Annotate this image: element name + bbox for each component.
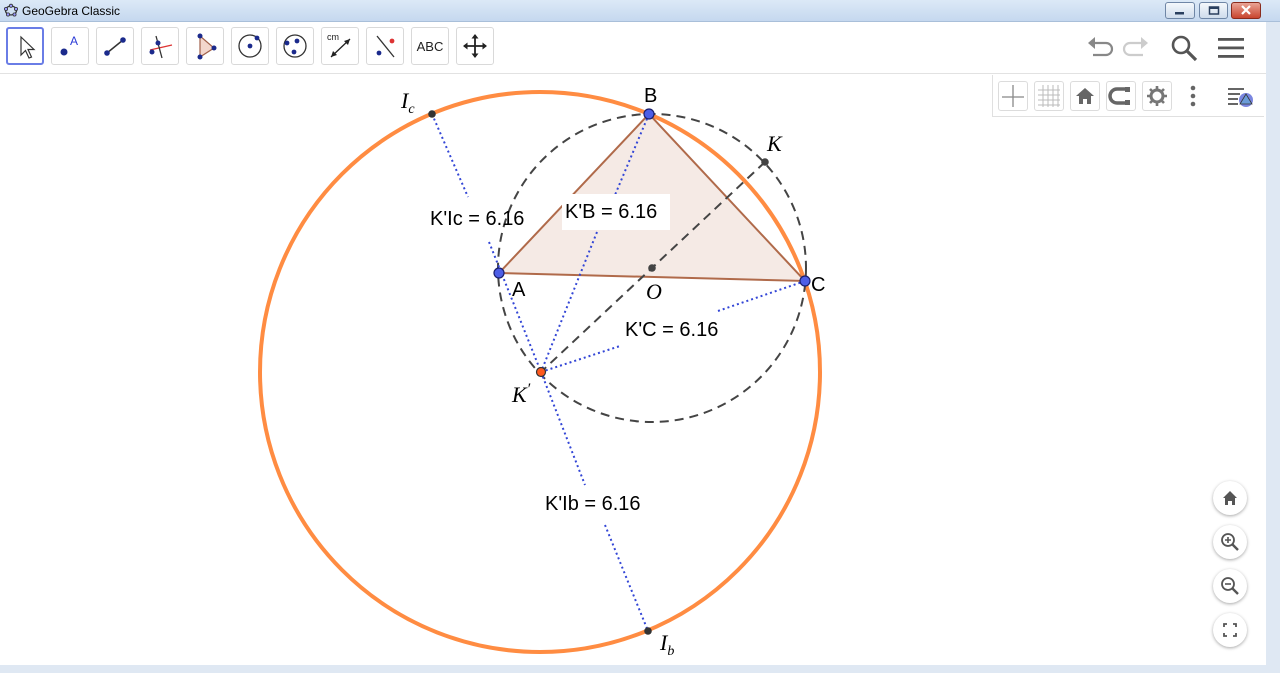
label-ib-subscript: b (667, 644, 674, 659)
svg-text:cm: cm (327, 32, 339, 42)
search-button[interactable] (1168, 32, 1200, 64)
reflect-line-icon (376, 35, 395, 58)
menu-icon (1218, 38, 1244, 58)
segment-kprime-ib-lower[interactable] (604, 524, 649, 632)
label-b: B (644, 85, 657, 107)
polygon-tool-button[interactable] (186, 27, 224, 65)
point-a[interactable] (493, 267, 505, 279)
zoom-out-icon (1221, 577, 1239, 595)
measurement-kprime-b[interactable]: K'B = 6.16 (565, 201, 657, 223)
undo-button[interactable] (1084, 32, 1116, 64)
toggle-style-bar-icon (1228, 88, 1253, 107)
graphics-view[interactable]: K'Ic = 6.16 K'B = 6.16 K'C = 6.16 K'Ib =… (0, 75, 1266, 665)
distance-tool-button[interactable]: cm (321, 27, 359, 65)
label-c: C (811, 274, 825, 296)
search-icon (1171, 35, 1198, 62)
point-ib[interactable] (644, 627, 652, 635)
window-title: GeoGebra Classic (22, 4, 121, 18)
distance-icon: cm (327, 32, 351, 58)
more-options-button[interactable] (1178, 81, 1208, 111)
redo-button[interactable] (1120, 32, 1152, 64)
window-right-border (1266, 22, 1280, 673)
segment-kprime-c-upper[interactable] (717, 280, 806, 312)
zoom-in-icon (1221, 533, 1239, 551)
standard-view-zoom-button[interactable] (1213, 481, 1247, 515)
measurement-kprime-ic[interactable]: K'Ic = 6.16 (430, 208, 524, 230)
toggle-grid-button[interactable] (1034, 81, 1064, 111)
point-capturing-icon (1108, 87, 1130, 105)
text-tool-label: ABC (416, 39, 444, 54)
measurement-kprime-ib[interactable]: K'Ib = 6.16 (545, 493, 641, 515)
point-b[interactable] (643, 108, 655, 120)
text-tool-button[interactable]: ABC (411, 27, 449, 65)
settings-icon (1147, 86, 1167, 106)
circle-center-icon (238, 34, 262, 58)
segment-kprime-ib-upper[interactable] (540, 371, 586, 486)
perpendicular-line-tool-button[interactable] (141, 27, 179, 65)
maximize-button[interactable] (1199, 2, 1228, 19)
label-kprime-letter: K (511, 382, 528, 407)
graphics-settings-button[interactable] (1142, 81, 1172, 111)
segment-icon (104, 37, 126, 56)
perpendicular-line-icon (149, 35, 173, 59)
point-capturing-button[interactable] (1106, 81, 1136, 111)
label-a: A (512, 279, 526, 301)
measurement-kprime-c[interactable]: K'C = 6.16 (625, 319, 718, 341)
toggle-style-bar-button[interactable] (1225, 81, 1255, 111)
minimize-button[interactable] (1165, 2, 1195, 19)
label-o: O (646, 279, 662, 304)
home-icon (1076, 88, 1094, 104)
home-icon (1223, 491, 1237, 505)
label-ic-subscript: c (408, 102, 415, 117)
label-kprime: K′ (511, 381, 531, 407)
point-k[interactable] (761, 158, 769, 166)
segment-kprime-c-lower[interactable] (540, 345, 621, 373)
minimize-icon (1175, 12, 1184, 15)
fullscreen-button[interactable] (1213, 613, 1247, 647)
zoom-in-button[interactable] (1213, 525, 1247, 559)
circle-center-point-tool-button[interactable] (231, 27, 269, 65)
move-graphics-view-tool-button[interactable] (456, 27, 494, 65)
label-ic: Ic (400, 88, 415, 117)
move-arrows-icon (463, 34, 487, 58)
label-ib: Ib (659, 630, 674, 659)
undo-icon (1088, 37, 1114, 57)
circle-three-points-icon (283, 34, 307, 58)
point-ic[interactable] (428, 110, 436, 118)
window-bottom-border (0, 665, 1280, 673)
reflect-about-line-tool-button[interactable] (366, 27, 404, 65)
move-tool-button[interactable] (6, 27, 44, 65)
geogebra-logo-icon (4, 3, 18, 17)
standard-view-button[interactable] (1070, 81, 1100, 111)
grid-icon (1038, 85, 1060, 107)
point-icon: A (60, 34, 78, 56)
zoom-out-button[interactable] (1213, 569, 1247, 603)
toolbar: A cm ABC (0, 22, 1266, 74)
axes-icon (1002, 85, 1024, 107)
segment-ic-kprime-upper[interactable] (431, 113, 469, 198)
redo-icon (1122, 37, 1148, 57)
menu-button[interactable] (1216, 32, 1248, 64)
restore-icon (1208, 6, 1220, 15)
point-tool-button[interactable]: A (51, 27, 89, 65)
more-icon (1190, 85, 1196, 107)
fullscreen-icon (1223, 623, 1237, 637)
toggle-axes-button[interactable] (998, 81, 1028, 111)
circle-three-points-tool-button[interactable] (276, 27, 314, 65)
cursor-arrow-icon (20, 35, 36, 59)
svg-text:A: A (70, 34, 78, 48)
graphics-style-bar (992, 75, 1264, 117)
point-c[interactable] (799, 275, 811, 287)
label-k: K (766, 131, 783, 156)
point-kprime[interactable] (535, 366, 547, 378)
point-o[interactable] (648, 264, 656, 272)
close-icon (1241, 5, 1251, 15)
line-tool-button[interactable] (96, 27, 134, 65)
label-kprime-mark: ′ (527, 381, 531, 398)
close-button[interactable] (1231, 2, 1261, 19)
title-bar: GeoGebra Classic (0, 0, 1280, 22)
polygon-icon (197, 33, 217, 60)
